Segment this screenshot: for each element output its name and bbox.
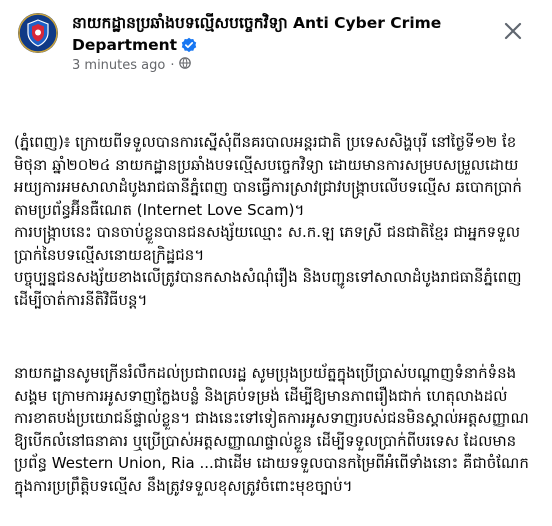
- department-badge-avatar[interactable]: [18, 13, 58, 53]
- post-text: (ភ្នំពេញ)៖ ក្រោយពីទទួលបានការស្នើសុំពីនគរ…: [14, 86, 534, 526]
- post-meta: 3 minutes ago ·: [72, 57, 192, 74]
- page-name-text[interactable]: នាយកដ្ឋានប្រឆាំងបទល្មើសបច្ចេកវិទ្យា Anti…: [72, 14, 441, 54]
- close-button[interactable]: [496, 16, 530, 50]
- globe-icon[interactable]: [179, 57, 192, 74]
- post-paragraph-1: (ភ្នំពេញ)៖ ក្រោយពីទទួលបានការស្នើសុំពីនគរ…: [14, 133, 522, 309]
- page-name[interactable]: នាយកដ្ឋានប្រឆាំងបទល្មើសបច្ចេកវិទ្យា Anti…: [72, 12, 472, 59]
- verified-badge-icon: [181, 37, 197, 59]
- meta-separator: ·: [170, 57, 175, 73]
- close-icon: [504, 22, 522, 44]
- post-timestamp[interactable]: 3 minutes ago: [72, 58, 165, 74]
- post-header: នាយកដ្ឋានប្រឆាំងបទល្មើសបច្ចេកវិទ្យា Anti…: [0, 0, 552, 80]
- post-paragraph-2: នាយកដ្ឋានសូមក្រើនរំលឹកដល់ប្រជាពលរដ្ឋ សូម…: [14, 364, 534, 495]
